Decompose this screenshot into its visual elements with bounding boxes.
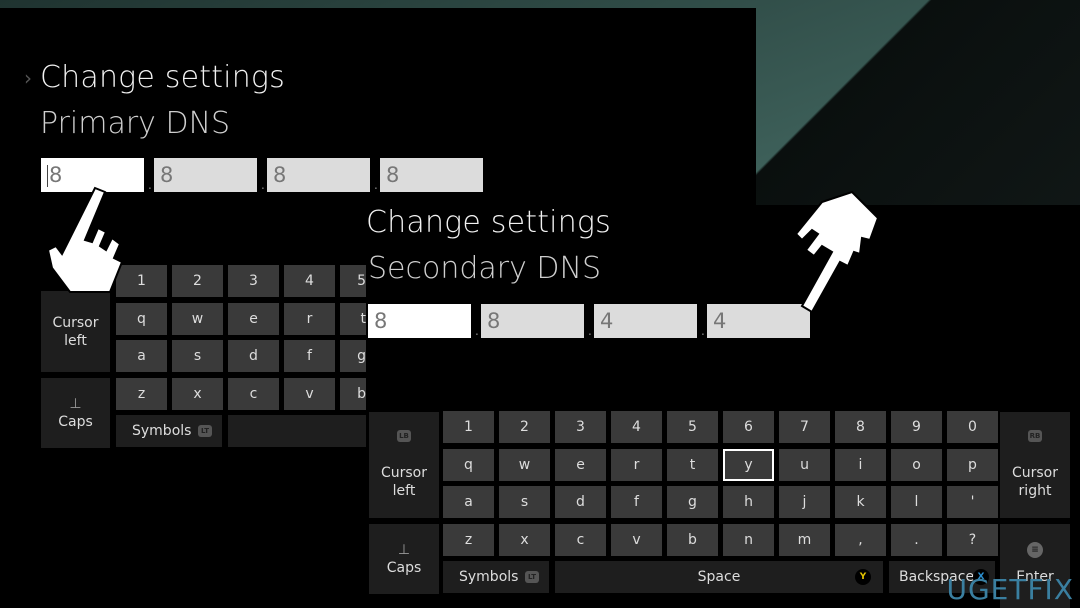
- chevron-right-icon: ›: [24, 66, 32, 90]
- key[interactable]: b: [667, 523, 718, 556]
- ip-octet-2-input[interactable]: 8: [481, 304, 584, 338]
- key[interactable]: 4: [284, 265, 335, 297]
- key[interactable]: r: [284, 302, 335, 335]
- key[interactable]: o: [891, 448, 942, 481]
- space-key[interactable]: [228, 415, 368, 447]
- page-subtitle: Secondary DNS: [368, 251, 601, 286]
- cursor-left-key[interactable]: LB Cursor left: [369, 412, 439, 518]
- symbols-key[interactable]: Symbols LT: [443, 561, 549, 593]
- key[interactable]: 2: [499, 411, 550, 443]
- key[interactable]: 0: [947, 411, 998, 443]
- key[interactable]: y: [723, 448, 774, 481]
- key[interactable]: z: [116, 377, 167, 410]
- key[interactable]: 1: [443, 411, 494, 443]
- lt-trigger-icon: LT: [198, 425, 212, 437]
- key[interactable]: c: [555, 523, 606, 556]
- key[interactable]: d: [555, 486, 606, 518]
- key[interactable]: w: [172, 302, 223, 335]
- key[interactable]: z: [443, 523, 494, 556]
- key[interactable]: d: [228, 340, 279, 372]
- symbols-key[interactable]: Symbols LT: [116, 415, 222, 447]
- key[interactable]: 7: [779, 411, 830, 443]
- key[interactable]: 5: [340, 265, 366, 297]
- menu-button-icon: ≡: [1027, 542, 1043, 558]
- key[interactable]: h: [723, 486, 774, 518]
- key[interactable]: k: [835, 486, 886, 518]
- lt-trigger-icon: LT: [525, 571, 539, 583]
- key[interactable]: t: [340, 302, 366, 335]
- caps-key[interactable]: ⊥ Caps: [41, 378, 110, 448]
- key[interactable]: s: [499, 486, 550, 518]
- key[interactable]: c: [228, 377, 279, 410]
- key[interactable]: ?: [947, 523, 998, 556]
- ip-separator: .: [475, 324, 479, 338]
- key[interactable]: p: [947, 448, 998, 481]
- rb-bumper-icon: RB: [1028, 430, 1042, 442]
- key[interactable]: q: [116, 302, 167, 335]
- left-stick-icon: ⊥: [397, 542, 411, 558]
- key[interactable]: r: [611, 448, 662, 481]
- ip-separator: .: [261, 178, 265, 192]
- key[interactable]: 8: [835, 411, 886, 443]
- cursor-left-key[interactable]: Cursor left: [41, 291, 110, 372]
- ip-separator: .: [588, 324, 592, 338]
- key[interactable]: a: [116, 340, 167, 372]
- caps-key[interactable]: ⊥ Caps: [369, 524, 439, 594]
- ip-separator: .: [374, 178, 378, 192]
- ip-octet-4-input[interactable]: 8: [380, 158, 483, 192]
- key[interactable]: t: [667, 448, 718, 481]
- key[interactable]: m: [779, 523, 830, 556]
- ip-octet-2-input[interactable]: 8: [154, 158, 257, 192]
- page-title: Change settings: [366, 205, 611, 240]
- cursor-right-key[interactable]: RB Cursor right: [1000, 412, 1070, 518]
- page-title: Change settings: [40, 60, 285, 95]
- key[interactable]: g: [667, 486, 718, 518]
- key[interactable]: j: [779, 486, 830, 518]
- hand-pointer-icon: [794, 190, 880, 314]
- key[interactable]: e: [228, 302, 279, 335]
- lb-bumper-icon: LB: [397, 430, 411, 442]
- key[interactable]: ': [947, 486, 998, 518]
- y-button-icon: Y: [855, 569, 871, 585]
- key[interactable]: n: [723, 523, 774, 556]
- key[interactable]: s: [172, 340, 223, 372]
- ugetfix-watermark-logo: UGETFIX: [946, 573, 1074, 606]
- key[interactable]: x: [499, 523, 550, 556]
- page-subtitle: Primary DNS: [40, 106, 231, 141]
- key[interactable]: v: [284, 377, 335, 410]
- key[interactable]: i: [835, 448, 886, 481]
- ip-separator: .: [148, 178, 152, 192]
- ip-octet-3-input[interactable]: 8: [267, 158, 370, 192]
- ip-octet-1-input[interactable]: 8: [368, 304, 471, 338]
- key[interactable]: 9: [891, 411, 942, 443]
- ip-octet-3-input[interactable]: 4: [594, 304, 697, 338]
- left-stick-icon: ⊥: [69, 396, 82, 412]
- key[interactable]: 4: [611, 411, 662, 443]
- ip-separator: .: [701, 324, 705, 338]
- secondary-dns-screen: Change settings Secondary DNS 8 . 8 . 4 …: [366, 205, 1080, 608]
- key[interactable]: v: [611, 523, 662, 556]
- key[interactable]: l: [891, 486, 942, 518]
- key[interactable]: f: [284, 340, 335, 372]
- key[interactable]: e: [555, 448, 606, 481]
- key[interactable]: x: [172, 377, 223, 410]
- key[interactable]: u: [779, 448, 830, 481]
- hand-pointer-icon: [46, 186, 124, 293]
- key[interactable]: ,: [835, 523, 886, 556]
- key[interactable]: 2: [172, 265, 223, 297]
- key[interactable]: 3: [228, 265, 279, 297]
- key[interactable]: q: [443, 448, 494, 481]
- key[interactable]: .: [891, 523, 942, 556]
- key[interactable]: f: [611, 486, 662, 518]
- key[interactable]: 5: [667, 411, 718, 443]
- key[interactable]: g: [340, 340, 366, 372]
- key[interactable]: b: [340, 377, 366, 410]
- key[interactable]: 3: [555, 411, 606, 443]
- key[interactable]: a: [443, 486, 494, 518]
- key[interactable]: 6: [723, 411, 774, 443]
- key[interactable]: w: [499, 448, 550, 481]
- space-key[interactable]: Space Y: [555, 561, 883, 593]
